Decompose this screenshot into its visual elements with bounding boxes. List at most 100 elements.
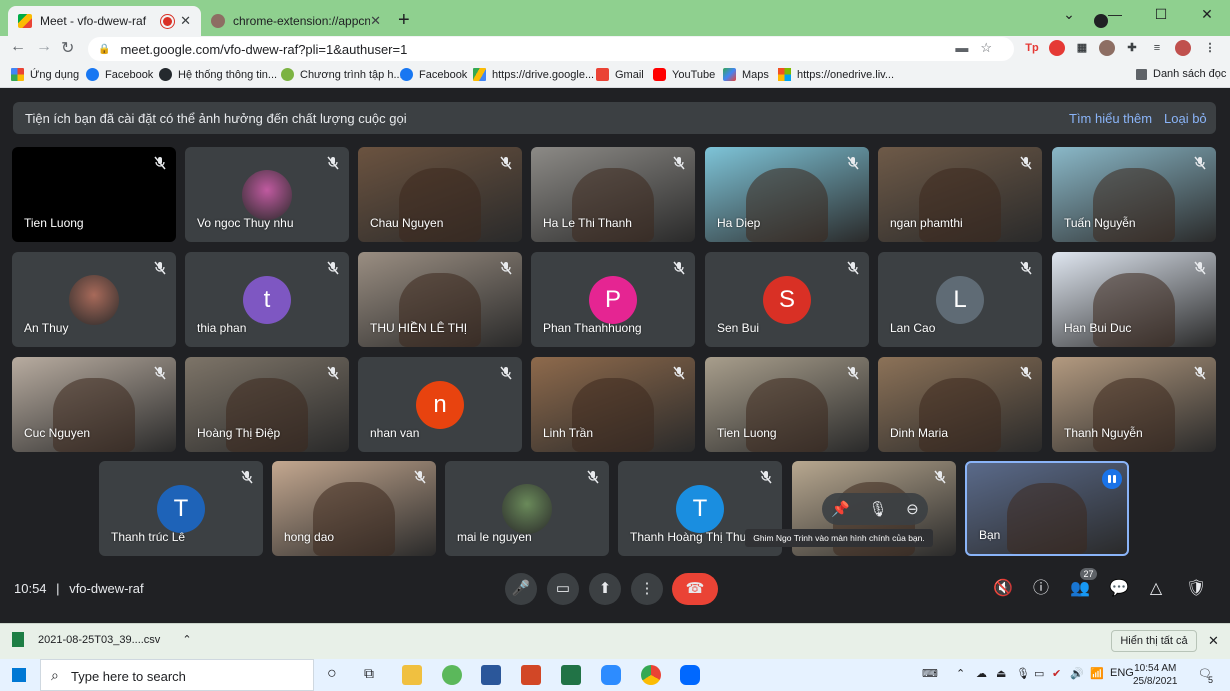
participant-tile[interactable]: t thia phan <box>185 252 349 347</box>
bookmark-facebook[interactable]: Facebook <box>86 68 153 81</box>
tp-extension-icon[interactable]: Tp <box>1024 40 1040 56</box>
bookmark-maps[interactable]: Maps <box>723 68 769 81</box>
remove-icon[interactable]: ⊖ <box>906 500 919 518</box>
participant-tile[interactable]: Cuc Nguyen <box>12 357 176 452</box>
media-control-icon[interactable]: ≡ <box>1149 40 1165 56</box>
excel-icon[interactable] <box>561 665 581 685</box>
windows-start-icon[interactable] <box>12 668 26 682</box>
forward-icon[interactable]: → <box>36 38 52 56</box>
participant-tile[interactable]: ngan phamthi <box>878 147 1042 242</box>
powerpoint-icon[interactable] <box>521 665 541 685</box>
taskbar-search[interactable]: ⌕ Type here to search <box>40 659 314 691</box>
tab-extension[interactable]: chrome-extension://appcnhiefoic ✕ <box>201 6 391 36</box>
bookmark-chuong-trinh[interactable]: Chương trình tập h... <box>281 68 403 81</box>
cortana-icon[interactable]: ○ <box>327 665 337 683</box>
maximize-icon[interactable]: ☐ <box>1138 0 1184 30</box>
mute-all-icon[interactable]: 🔇 <box>993 580 1013 598</box>
participant-tile[interactable]: Chau Nguyen <box>358 147 522 242</box>
back-icon[interactable]: ← <box>10 38 26 56</box>
camera-button[interactable]: ▭ <box>547 573 579 605</box>
participant-tile[interactable]: Tuấn Nguyễn <box>1052 147 1216 242</box>
camera-icon[interactable]: ▬ <box>955 40 980 55</box>
participant-tile[interactable]: n nhan van <box>358 357 522 452</box>
more-icon[interactable]: ⋮ <box>1202 40 1218 56</box>
more-options-button[interactable]: ⋮ <box>631 573 663 605</box>
mic-off-icon[interactable]: 🎙 <box>869 500 888 518</box>
tab-meet[interactable]: Meet - vfo-dwew-raf ✕ <box>8 6 201 36</box>
reading-list-button[interactable]: Danh sách đọc <box>1136 68 1226 80</box>
participant-tile[interactable]: Thanh Nguyễn <box>1052 357 1216 452</box>
grid-extension-icon[interactable]: ▦ <box>1074 40 1090 56</box>
leave-call-button[interactable]: ☎ <box>672 573 718 605</box>
dismiss-link[interactable]: Loại bỏ <box>1164 111 1207 126</box>
onedrive-icon[interactable]: ☁ <box>976 667 987 680</box>
keyboard-icon[interactable]: ⌨ <box>922 667 938 680</box>
file-explorer-icon[interactable] <box>402 665 422 685</box>
mic-tray-icon[interactable]: 🎙 <box>1016 667 1030 680</box>
show-all-button[interactable]: Hiển thị tất cả <box>1111 630 1197 652</box>
participant-tile[interactable]: An Thuy <box>12 252 176 347</box>
flash-extension-icon[interactable] <box>1049 40 1065 56</box>
usb-icon[interactable]: ⏏ <box>996 667 1006 680</box>
bookmark-apps[interactable]: Ứng dụng <box>11 68 79 81</box>
chevron-up-icon[interactable]: ⌃ <box>956 667 965 680</box>
address-bar[interactable]: 🔒 meet.google.com/vfo-dwew-raf?pli=1&aut… <box>88 37 1014 61</box>
close-downloads-icon[interactable]: ✕ <box>1208 633 1219 649</box>
chevron-down-icon[interactable]: ⌄ <box>1046 0 1092 30</box>
bookmark-he-thong[interactable]: Hệ thống thông tin... <box>159 68 277 81</box>
bookmark-gmail[interactable]: Gmail <box>596 68 644 81</box>
participant-tile[interactable]: Tien Luong <box>705 357 869 452</box>
minimize-icon[interactable]: — <box>1092 0 1138 30</box>
participant-tile[interactable]: hong dao <box>272 461 436 556</box>
pin-icon[interactable]: 📌 <box>831 500 850 518</box>
zoom-icon[interactable] <box>601 665 621 685</box>
bookmark-onedrive[interactable]: https://onedrive.liv... <box>778 68 894 81</box>
participant-tile[interactable]: Linh Trần <box>531 357 695 452</box>
participant-tile[interactable]: Ha Diep <box>705 147 869 242</box>
antivirus-icon[interactable]: ✔ <box>1052 667 1061 680</box>
participant-tile[interactable]: L Lan Cao <box>878 252 1042 347</box>
lock-icon[interactable]: 🔒 <box>98 44 110 55</box>
participant-tile[interactable]: Dinh Maria <box>878 357 1042 452</box>
star-icon[interactable]: ☆ <box>980 40 1004 55</box>
present-button[interactable]: ⬆ <box>589 573 621 605</box>
avatar[interactable] <box>1175 40 1191 56</box>
participant-tile[interactable]: Tien Luong <box>12 147 176 242</box>
close-tab-icon[interactable]: ✕ <box>180 13 191 29</box>
wifi-icon[interactable]: 📶 <box>1090 667 1104 680</box>
learn-more-link[interactable]: Tìm hiểu thêm <box>1069 111 1152 126</box>
new-tab-button[interactable]: + <box>398 9 410 32</box>
word-icon[interactable] <box>481 665 501 685</box>
bookmark-drive[interactable]: https://drive.google... <box>473 68 594 81</box>
participant-tile[interactable]: S Sen Bui <box>705 252 869 347</box>
participant-tile[interactable]: Han Bui Duc <box>1052 252 1216 347</box>
participant-tile[interactable]: THU HIỀN LÊ THỊ <box>358 252 522 347</box>
zalo-icon[interactable] <box>680 665 700 685</box>
download-item[interactable]: 2021-08-25T03_39....csv ⌃ <box>12 632 192 647</box>
activities-icon[interactable]: △ <box>1147 580 1165 598</box>
bookmark-facebook-2[interactable]: Facebook <box>400 68 467 81</box>
close-window-icon[interactable]: ✕ <box>1184 0 1230 30</box>
input-language[interactable]: ENG <box>1110 667 1134 679</box>
app-icon[interactable] <box>442 665 462 685</box>
host-controls-icon[interactable]: 🛡 <box>1186 580 1206 598</box>
participant-tile[interactable]: Vo ngoc Thuy nhu <box>185 147 349 242</box>
participant-tile[interactable]: T Thanh trúc Lê <box>99 461 263 556</box>
people-icon[interactable]: 👥 <box>1070 580 1090 598</box>
reload-icon[interactable]: ↻ <box>61 38 74 58</box>
info-icon[interactable]: ⓘ <box>1032 580 1050 598</box>
task-view-icon[interactable]: ⧉ <box>364 665 374 682</box>
participant-tile[interactable]: Ha Le Thi Thanh <box>531 147 695 242</box>
battery-icon[interactable]: ▭ <box>1034 667 1044 680</box>
microphone-button[interactable]: 🎤 <box>505 573 537 605</box>
chat-icon[interactable]: 💬 <box>1109 580 1129 598</box>
avatar-extension-icon[interactable] <box>1099 40 1115 56</box>
bookmark-youtube[interactable]: YouTube <box>653 68 715 81</box>
chrome-icon[interactable] <box>641 665 661 685</box>
volume-icon[interactable]: 🔊 <box>1070 667 1084 680</box>
taskbar-clock[interactable]: 10:54 AM 25/8/2021 <box>1133 662 1178 688</box>
puzzle-icon[interactable]: ✚ <box>1124 40 1140 56</box>
participant-tile[interactable]: Hoàng Thị Điệp <box>185 357 349 452</box>
participant-tile[interactable]: P Phan Thanhhuong <box>531 252 695 347</box>
chevron-up-icon[interactable]: ⌃ <box>182 633 191 646</box>
